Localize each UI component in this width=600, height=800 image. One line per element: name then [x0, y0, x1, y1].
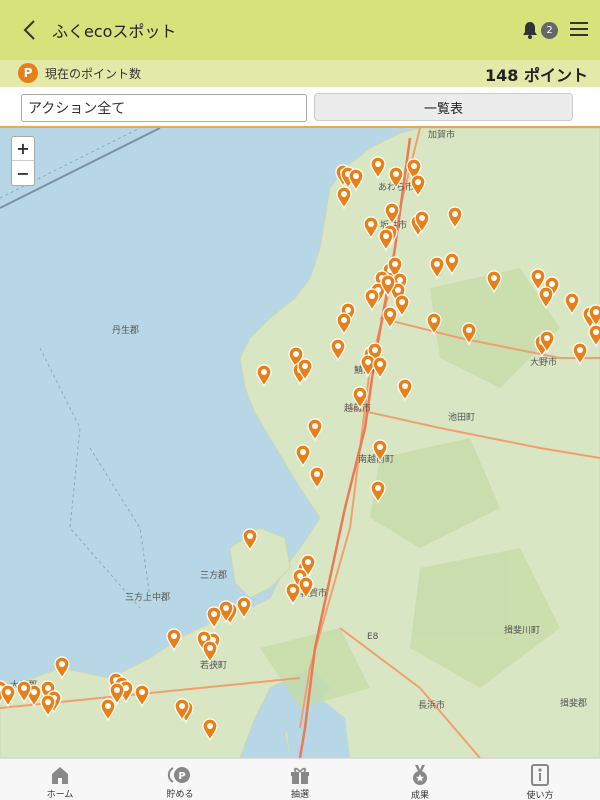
tab-lottery[interactable]: 抽選 [240, 759, 360, 800]
notification-button[interactable]: 2 [522, 20, 558, 42]
point-coin-icon: P [167, 766, 190, 783]
tab-label: 成果 [410, 791, 429, 800]
tab-save[interactable]: P 貯める [120, 759, 240, 800]
zoom-out-button[interactable]: − [12, 161, 34, 185]
info-icon [531, 764, 549, 786]
zoom-control: + − [11, 136, 35, 186]
place-label: 大野市 [530, 356, 557, 368]
tab-home[interactable]: ホーム [0, 759, 120, 800]
place-label: 三方郡 [200, 569, 227, 581]
menu-line [570, 22, 588, 24]
zoom-in-button[interactable]: + [12, 137, 34, 161]
map-view[interactable]: 加賀市 あわら市 坂井市 丹生郡 大野市 鯖江市 越前市 池田町 南越前町 三方… [0, 128, 600, 758]
home-icon [52, 766, 68, 784]
action-filter-select[interactable]: アクション全て [21, 94, 307, 122]
app-title: ふくecoスポット [52, 22, 177, 41]
filter-row: アクション全て 一覧表 [0, 87, 600, 128]
place-label: E8 [367, 632, 379, 642]
place-label: 三方上中郡 [125, 591, 170, 603]
bottom-tab-bar: ホーム P 貯める 抽選 成果 使い方 [0, 758, 600, 800]
tab-label: ホーム [46, 790, 74, 800]
points-bar: P 現在のポイント数 148 ポイント [0, 60, 600, 87]
point-badge-icon: P [18, 63, 38, 83]
menu-line [570, 28, 588, 30]
hamburger-menu-button[interactable] [570, 22, 588, 38]
points-label: 現在のポイント数 [45, 67, 142, 81]
points-value: 148 ポイント [485, 66, 588, 85]
place-label: 揖斐川町 [504, 624, 540, 636]
map-canvas[interactable]: 加賀市 あわら市 坂井市 丹生郡 大野市 鯖江市 越前市 池田町 南越前町 三方… [0, 128, 600, 758]
place-label: 長浜市 [418, 699, 445, 711]
sea-boundaries [0, 128, 151, 609]
tab-label: 使い方 [526, 791, 554, 800]
place-label: 若狭町 [200, 659, 227, 671]
menu-line [570, 34, 588, 36]
app-header: ふくecoスポット 2 [0, 0, 600, 60]
notification-badge: 2 [541, 22, 558, 39]
tab-label: 貯める [166, 790, 194, 800]
tab-results[interactable]: 成果 [360, 759, 480, 800]
chevron-left-icon [23, 20, 35, 40]
place-label: 池田町 [448, 411, 475, 423]
tab-howto[interactable]: 使い方 [480, 759, 600, 800]
list-view-button[interactable]: 一覧表 [314, 93, 573, 121]
tab-label: 抽選 [290, 790, 309, 800]
place-label: 丹生郡 [112, 324, 139, 336]
app-screen: ふくecoスポット 2 P 現在のポイント数 148 ポイント アクション全て … [0, 0, 600, 800]
place-label: 揖斐郡 [560, 697, 587, 709]
gift-icon [291, 767, 309, 784]
back-button[interactable] [18, 16, 40, 44]
bell-icon [523, 22, 537, 39]
svg-text:P: P [178, 771, 185, 782]
place-label: 加賀市 [428, 129, 455, 141]
medal-icon [413, 765, 427, 785]
